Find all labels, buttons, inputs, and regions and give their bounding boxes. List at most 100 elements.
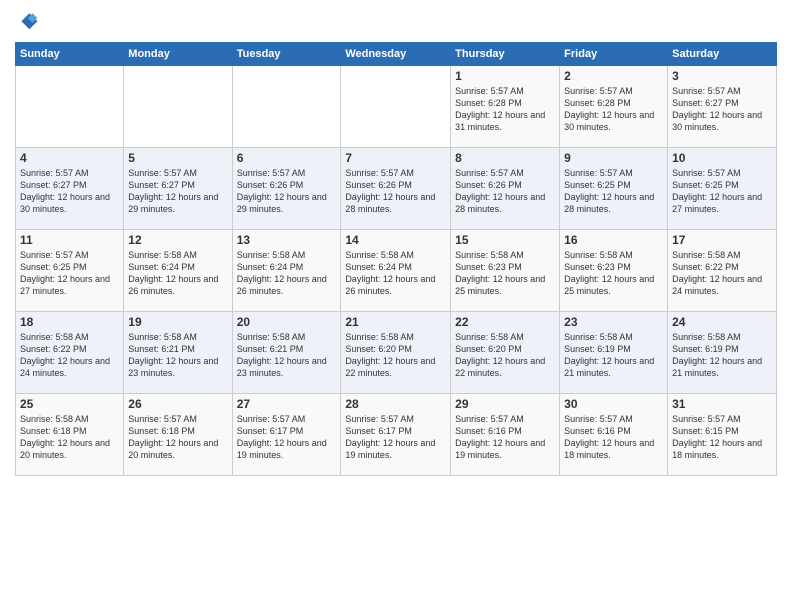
calendar-cell: 24 Sunrise: 5:58 AM Sunset: 6:19 PM Dayli…: [668, 312, 777, 394]
calendar-header-friday: Friday: [560, 43, 668, 66]
day-number: 4: [20, 151, 119, 165]
day-number: 27: [237, 397, 337, 411]
calendar-cell: 30 Sunrise: 5:57 AM Sunset: 6:16 PM Dayli…: [560, 394, 668, 476]
day-content: Sunrise: 5:57 AM Sunset: 6:28 PM Dayligh…: [455, 85, 555, 134]
calendar-cell: 13 Sunrise: 5:58 AM Sunset: 6:24 PM Dayli…: [232, 230, 341, 312]
day-number: 30: [564, 397, 663, 411]
calendar-cell: 4 Sunrise: 5:57 AM Sunset: 6:27 PM Daylig…: [16, 148, 124, 230]
calendar-cell: 19Sunrise: 5:58 AM Sunset: 6:21 PM Dayli…: [124, 312, 232, 394]
calendar-week-1: 1Sunrise: 5:57 AM Sunset: 6:28 PM Daylig…: [16, 66, 777, 148]
calendar-cell: 6 Sunrise: 5:57 AM Sunset: 6:26 PM Daylig…: [232, 148, 341, 230]
day-number: 16: [564, 233, 663, 247]
calendar-header-row: SundayMondayTuesdayWednesdayThursdayFrid…: [16, 43, 777, 66]
calendar-cell: 29Sunrise: 5:57 AM Sunset: 6:16 PM Dayli…: [451, 394, 560, 476]
calendar-header-monday: Monday: [124, 43, 232, 66]
calendar-cell: 20 Sunrise: 5:58 AM Sunset: 6:21 PM Dayli…: [232, 312, 341, 394]
calendar-cell: 16 Sunrise: 5:58 AM Sunset: 6:23 PM Dayli…: [560, 230, 668, 312]
calendar-cell: 14Sunrise: 5:58 AM Sunset: 6:24 PM Dayli…: [341, 230, 451, 312]
calendar-header-saturday: Saturday: [668, 43, 777, 66]
logo-icon: [15, 10, 39, 34]
calendar-header-sunday: Sunday: [16, 43, 124, 66]
calendar-cell: 8 Sunrise: 5:57 AM Sunset: 6:26 PM Daylig…: [451, 148, 560, 230]
day-number: 17: [672, 233, 772, 247]
day-number: 19: [128, 315, 227, 329]
day-number: 6: [237, 151, 337, 165]
day-number: 28: [345, 397, 446, 411]
day-number: 26: [128, 397, 227, 411]
calendar-cell: 3 Sunrise: 5:57 AM Sunset: 6:27 PM Daylig…: [668, 66, 777, 148]
day-content: Sunrise: 5:57 AM Sunset: 6:27 PM Dayligh…: [672, 85, 772, 134]
day-number: 21: [345, 315, 446, 329]
day-content: Sunrise: 5:58 AM Sunset: 6:19 PM Dayligh…: [564, 331, 663, 380]
day-content: Sunrise: 5:58 AM Sunset: 6:22 PM Dayligh…: [672, 249, 772, 298]
calendar-cell: [341, 66, 451, 148]
day-number: 2: [564, 69, 663, 83]
calendar-header-thursday: Thursday: [451, 43, 560, 66]
calendar-cell: [124, 66, 232, 148]
day-content: Sunrise: 5:58 AM Sunset: 6:24 PM Dayligh…: [237, 249, 337, 298]
calendar-cell: 2 Sunrise: 5:57 AM Sunset: 6:28 PM Daylig…: [560, 66, 668, 148]
calendar-cell: 23 Sunrise: 5:58 AM Sunset: 6:19 PM Dayli…: [560, 312, 668, 394]
day-number: 23: [564, 315, 663, 329]
day-content: Sunrise: 5:57 AM Sunset: 6:25 PM Dayligh…: [564, 167, 663, 216]
day-number: 18: [20, 315, 119, 329]
calendar-header-tuesday: Tuesday: [232, 43, 341, 66]
day-number: 14: [345, 233, 446, 247]
day-content: Sunrise: 5:57 AM Sunset: 6:28 PM Dayligh…: [564, 85, 663, 134]
day-content: Sunrise: 5:57 AM Sunset: 6:18 PM Dayligh…: [128, 413, 227, 462]
logo: [15, 10, 43, 34]
day-content: Sunrise: 5:58 AM Sunset: 6:24 PM Dayligh…: [128, 249, 227, 298]
day-number: 5: [128, 151, 227, 165]
calendar-cell: 10Sunrise: 5:57 AM Sunset: 6:25 PM Dayli…: [668, 148, 777, 230]
calendar-cell: 1Sunrise: 5:57 AM Sunset: 6:28 PM Daylig…: [451, 66, 560, 148]
calendar-cell: 27Sunrise: 5:57 AM Sunset: 6:17 PM Dayli…: [232, 394, 341, 476]
calendar-cell: 26 Sunrise: 5:57 AM Sunset: 6:18 PM Dayli…: [124, 394, 232, 476]
calendar-cell: 11Sunrise: 5:57 AM Sunset: 6:25 PM Dayli…: [16, 230, 124, 312]
day-content: Sunrise: 5:58 AM Sunset: 6:19 PM Dayligh…: [672, 331, 772, 380]
day-content: Sunrise: 5:57 AM Sunset: 6:26 PM Dayligh…: [237, 167, 337, 216]
day-content: Sunrise: 5:58 AM Sunset: 6:21 PM Dayligh…: [237, 331, 337, 380]
day-number: 8: [455, 151, 555, 165]
calendar-cell: 9 Sunrise: 5:57 AM Sunset: 6:25 PM Daylig…: [560, 148, 668, 230]
calendar-cell: 31 Sunrise: 5:57 AM Sunset: 6:15 PM Dayli…: [668, 394, 777, 476]
day-content: Sunrise: 5:57 AM Sunset: 6:17 PM Dayligh…: [345, 413, 446, 462]
day-content: Sunrise: 5:57 AM Sunset: 6:16 PM Dayligh…: [564, 413, 663, 462]
calendar-week-3: 11Sunrise: 5:57 AM Sunset: 6:25 PM Dayli…: [16, 230, 777, 312]
day-number: 7: [345, 151, 446, 165]
day-number: 12: [128, 233, 227, 247]
calendar-cell: 22Sunrise: 5:58 AM Sunset: 6:20 PM Dayli…: [451, 312, 560, 394]
calendar-cell: 18 Sunrise: 5:58 AM Sunset: 6:22 PM Dayli…: [16, 312, 124, 394]
calendar-cell: 5 Sunrise: 5:57 AM Sunset: 6:27 PM Daylig…: [124, 148, 232, 230]
day-number: 22: [455, 315, 555, 329]
day-content: Sunrise: 5:57 AM Sunset: 6:25 PM Dayligh…: [20, 249, 119, 298]
calendar-week-4: 18 Sunrise: 5:58 AM Sunset: 6:22 PM Dayli…: [16, 312, 777, 394]
calendar-week-5: 25Sunrise: 5:58 AM Sunset: 6:18 PM Dayli…: [16, 394, 777, 476]
day-number: 24: [672, 315, 772, 329]
calendar-cell: [16, 66, 124, 148]
day-content: Sunrise: 5:57 AM Sunset: 6:27 PM Dayligh…: [20, 167, 119, 216]
calendar-table: SundayMondayTuesdayWednesdayThursdayFrid…: [15, 42, 777, 476]
day-content: Sunrise: 5:58 AM Sunset: 6:20 PM Dayligh…: [345, 331, 446, 380]
day-number: 13: [237, 233, 337, 247]
calendar-cell: 17 Sunrise: 5:58 AM Sunset: 6:22 PM Dayli…: [668, 230, 777, 312]
page: SundayMondayTuesdayWednesdayThursdayFrid…: [0, 0, 792, 612]
calendar-header-wednesday: Wednesday: [341, 43, 451, 66]
day-content: Sunrise: 5:57 AM Sunset: 6:15 PM Dayligh…: [672, 413, 772, 462]
day-number: 25: [20, 397, 119, 411]
day-number: 20: [237, 315, 337, 329]
day-content: Sunrise: 5:57 AM Sunset: 6:27 PM Dayligh…: [128, 167, 227, 216]
day-number: 29: [455, 397, 555, 411]
day-number: 31: [672, 397, 772, 411]
day-content: Sunrise: 5:57 AM Sunset: 6:26 PM Dayligh…: [345, 167, 446, 216]
day-number: 15: [455, 233, 555, 247]
day-content: Sunrise: 5:58 AM Sunset: 6:22 PM Dayligh…: [20, 331, 119, 380]
day-content: Sunrise: 5:58 AM Sunset: 6:23 PM Dayligh…: [564, 249, 663, 298]
calendar-cell: 25Sunrise: 5:58 AM Sunset: 6:18 PM Dayli…: [16, 394, 124, 476]
day-number: 10: [672, 151, 772, 165]
day-number: 3: [672, 69, 772, 83]
day-content: Sunrise: 5:57 AM Sunset: 6:26 PM Dayligh…: [455, 167, 555, 216]
day-number: 9: [564, 151, 663, 165]
calendar-week-2: 4 Sunrise: 5:57 AM Sunset: 6:27 PM Daylig…: [16, 148, 777, 230]
day-content: Sunrise: 5:58 AM Sunset: 6:23 PM Dayligh…: [455, 249, 555, 298]
calendar-cell: [232, 66, 341, 148]
